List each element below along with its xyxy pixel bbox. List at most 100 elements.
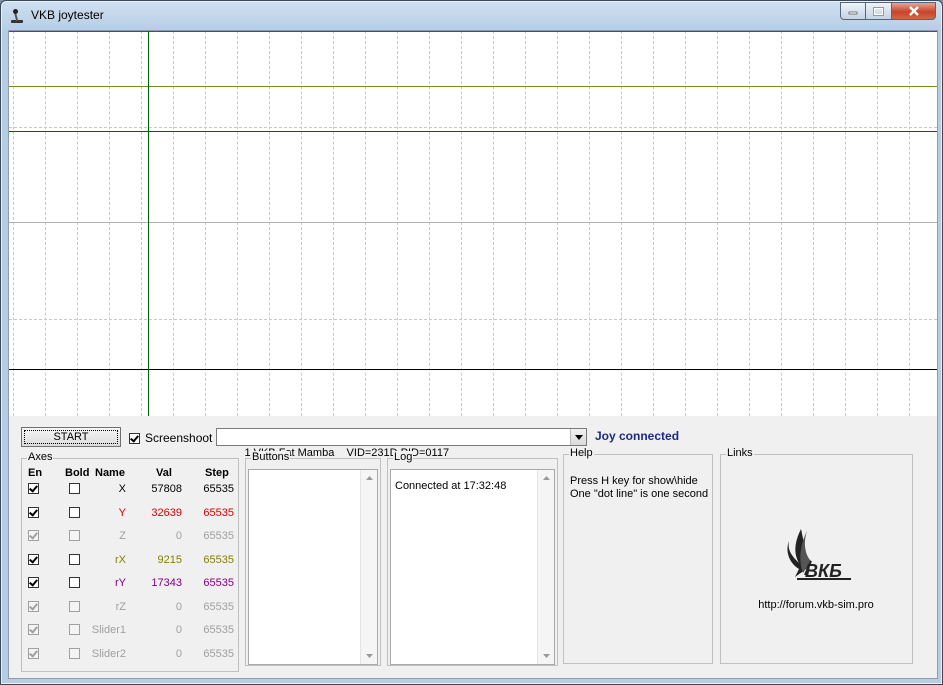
scroll-down-icon[interactable] xyxy=(361,648,377,664)
axis-enable-checkbox[interactable] xyxy=(28,554,39,565)
grid-line xyxy=(141,31,142,416)
close-icon xyxy=(908,6,919,16)
buttons-scrollbar[interactable] xyxy=(360,470,377,664)
scroll-down-icon[interactable] xyxy=(538,648,554,664)
grid-line xyxy=(77,31,78,416)
axis-enable-checkbox[interactable] xyxy=(28,648,39,659)
axis-name: Slider1 xyxy=(91,624,126,636)
axis-name: rY xyxy=(115,577,126,589)
col-en: En xyxy=(28,467,43,479)
axis-enable-checkbox[interactable] xyxy=(28,483,39,494)
grid-line xyxy=(589,31,590,416)
buttons-list[interactable] xyxy=(248,469,378,665)
axis-step: 65535 xyxy=(203,483,234,495)
grid-line xyxy=(493,31,494,416)
axis-value: 0 xyxy=(175,648,182,660)
grid-line xyxy=(877,31,878,416)
axis-name: Slider2 xyxy=(91,648,126,660)
minimize-icon xyxy=(848,11,858,15)
grid-line xyxy=(461,31,462,416)
dropdown-arrow[interactable] xyxy=(570,429,586,445)
grid-line xyxy=(109,31,110,416)
buttons-group: Buttons xyxy=(245,451,381,666)
scroll-up-icon[interactable] xyxy=(538,470,554,486)
log-scrollbar[interactable] xyxy=(537,470,554,664)
client-area: START Screenshoot 1 VKB Fat Mamba VID=23… xyxy=(8,30,938,679)
vkb-logo[interactable]: ВКБ xyxy=(781,527,856,587)
log-list[interactable]: Connected at 17:32:48 xyxy=(390,469,555,665)
axis-row: Z 0 65535 xyxy=(22,528,242,544)
grid-line xyxy=(13,31,14,416)
grid-line xyxy=(909,31,910,416)
axis-row: Slider2 0 65535 xyxy=(22,646,242,662)
minimize-button[interactable] xyxy=(840,2,866,20)
connection-status: Joy connected xyxy=(595,429,680,443)
scroll-up-icon[interactable] xyxy=(361,470,377,486)
grid-line xyxy=(173,31,174,416)
axes-group: Axes En Bold Name Val Step X 57808 65535 Y 3… xyxy=(21,451,242,672)
axis-enable-checkbox[interactable] xyxy=(28,507,39,518)
control-panel: START Screenshoot 1 VKB Fat Mamba VID=23… xyxy=(9,418,937,678)
axis-enable-checkbox[interactable] xyxy=(28,577,39,588)
device-select[interactable]: 1 VKB Fat Mamba VID=231D PID=0117 xyxy=(216,428,587,459)
grid-line xyxy=(717,31,718,416)
axis-value: 0 xyxy=(175,624,182,636)
grid-line xyxy=(685,31,686,416)
col-step: Step xyxy=(205,467,229,479)
axis-value: 0 xyxy=(175,530,182,542)
axis-value: 32639 xyxy=(151,507,182,519)
axis-bold-checkbox[interactable] xyxy=(69,530,80,541)
axis-step: 65535 xyxy=(203,601,234,613)
screenshot-option[interactable]: Screenshoot xyxy=(129,431,212,445)
close-button[interactable] xyxy=(892,2,936,20)
start-button[interactable]: START xyxy=(21,427,121,447)
axis-name: Y xyxy=(118,507,126,519)
chevron-down-icon xyxy=(574,434,583,440)
grid-line xyxy=(845,31,846,416)
maximize-button[interactable] xyxy=(866,2,892,20)
axis-row: X 57808 65535 xyxy=(22,481,242,497)
axis-name: X xyxy=(118,483,126,495)
grid-line xyxy=(205,31,206,416)
axis-bold-checkbox[interactable] xyxy=(69,483,80,494)
axis-value: 0 xyxy=(175,601,182,613)
forum-link[interactable]: http://forum.vkb-sim.pro xyxy=(721,599,911,611)
axis-graph xyxy=(9,31,937,416)
axis-bold-checkbox[interactable] xyxy=(69,648,80,659)
axis-step: 65535 xyxy=(203,648,234,660)
axis-value: 9215 xyxy=(157,554,182,566)
grid-line xyxy=(781,31,782,416)
axis-row: rX 9215 65535 xyxy=(22,552,242,568)
axis-bold-checkbox[interactable] xyxy=(69,577,80,588)
axis-row: rZ 0 65535 xyxy=(22,599,242,615)
axis-bold-checkbox[interactable] xyxy=(69,554,80,565)
grid-line xyxy=(813,31,814,416)
axis-value: 57808 xyxy=(151,483,182,495)
grid-line xyxy=(749,31,750,416)
grid-line xyxy=(557,31,558,416)
axis-enable-checkbox[interactable] xyxy=(28,530,39,541)
axis-enable-checkbox[interactable] xyxy=(28,601,39,612)
col-val: Val xyxy=(156,467,172,479)
grid-line xyxy=(237,31,238,416)
help-text-2: One "dot line" is one second xyxy=(570,488,709,500)
axis-bold-checkbox[interactable] xyxy=(69,507,80,518)
axis-bold-checkbox[interactable] xyxy=(69,624,80,635)
grid-line xyxy=(301,31,302,416)
screenshot-checkbox[interactable] xyxy=(129,432,140,444)
grid-line xyxy=(45,31,46,416)
axis-row: rY 17343 65535 xyxy=(22,575,242,591)
time-cursor xyxy=(148,31,149,416)
links-group: Links ВКБ http://forum.vkb-sim.pro xyxy=(720,447,913,664)
col-name: Name xyxy=(95,467,125,479)
help-text-1: Press H key for show\hide xyxy=(570,475,698,487)
axis-name: Z xyxy=(119,530,126,542)
maximize-icon xyxy=(873,6,884,16)
grid-line xyxy=(365,31,366,416)
title-bar[interactable]: VKB joytester xyxy=(1,1,942,29)
grid-line xyxy=(525,31,526,416)
axis-enable-checkbox[interactable] xyxy=(28,624,39,635)
axis-bold-checkbox[interactable] xyxy=(69,601,80,612)
axis-step: 65535 xyxy=(203,577,234,589)
grid-line xyxy=(269,31,270,416)
